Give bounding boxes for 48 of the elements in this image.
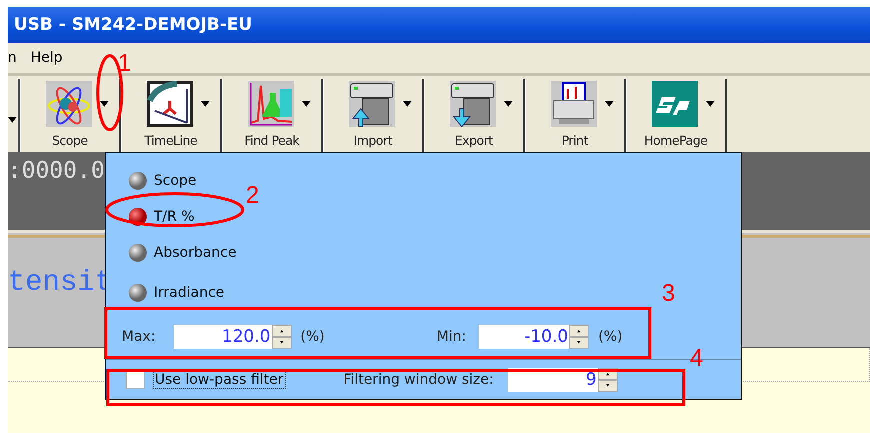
disk-drive-icon: [450, 81, 496, 127]
caret-icon[interactable]: [200, 101, 210, 107]
unit-label: (%): [300, 328, 325, 345]
toolbar-button[interactable]: Export: [424, 79, 525, 152]
caret-icon[interactable]: [302, 101, 310, 107]
caret-icon[interactable]: [8, 117, 17, 123]
checkbox-label[interactable]: Use low-pass filter: [153, 370, 286, 389]
max-field[interactable]: 120.0: [174, 324, 272, 349]
axis-label: tensit: [8, 266, 112, 299]
caret-icon[interactable]: [706, 101, 714, 107]
radio-button[interactable]: [128, 206, 148, 227]
mode-label: T/R %: [154, 208, 195, 225]
caret-icon[interactable]: [504, 101, 512, 107]
toolbar-button[interactable]: Import: [323, 79, 424, 152]
annotation-number: 3: [662, 280, 676, 308]
min-label: Min:: [436, 328, 466, 345]
caret-icon[interactable]: [604, 101, 614, 107]
annotation-number: 2: [246, 182, 260, 210]
atom-icon: [46, 81, 92, 127]
spin-up-button[interactable]: [272, 324, 292, 337]
caret-icon[interactable]: [100, 101, 108, 107]
annotation-number: 1: [118, 50, 132, 78]
mode-label: Irradiance: [154, 284, 225, 301]
peak-chart-icon: [248, 81, 294, 127]
clock-icon: [146, 81, 192, 127]
toolbar-button[interactable]: Scope: [20, 79, 121, 152]
window-size-label: Filtering window size:: [344, 372, 494, 388]
menu-item[interactable]: n: [8, 50, 17, 66]
unit-label: (%): [598, 328, 623, 345]
window-title: USB - SM242-DEMOJB-EU: [14, 15, 252, 35]
radio-button[interactable]: [128, 242, 148, 263]
mode-label: Absorbance: [154, 244, 237, 261]
radio-button[interactable]: [128, 282, 148, 303]
readout-value: :0000.0: [8, 158, 105, 184]
caret-icon[interactable]: [402, 101, 412, 107]
toolbar-button[interactable]: Print: [525, 79, 626, 152]
toolbar-button[interactable]: HomePage: [626, 79, 727, 152]
min-field[interactable]: -10.0: [479, 324, 570, 349]
printer-icon: [550, 81, 596, 127]
annotation-number: 4: [690, 345, 704, 373]
disk-drive-icon: [348, 81, 394, 127]
logo-icon: [652, 81, 698, 127]
toolbar-button[interactable]: TimeLine: [121, 79, 222, 152]
mode-label: Scope: [154, 172, 197, 189]
max-label: Max:: [122, 328, 156, 345]
radio-button[interactable]: [128, 170, 148, 191]
toolbar-button[interactable]: Find Peak: [222, 79, 323, 152]
menu-item[interactable]: Help: [30, 50, 63, 66]
